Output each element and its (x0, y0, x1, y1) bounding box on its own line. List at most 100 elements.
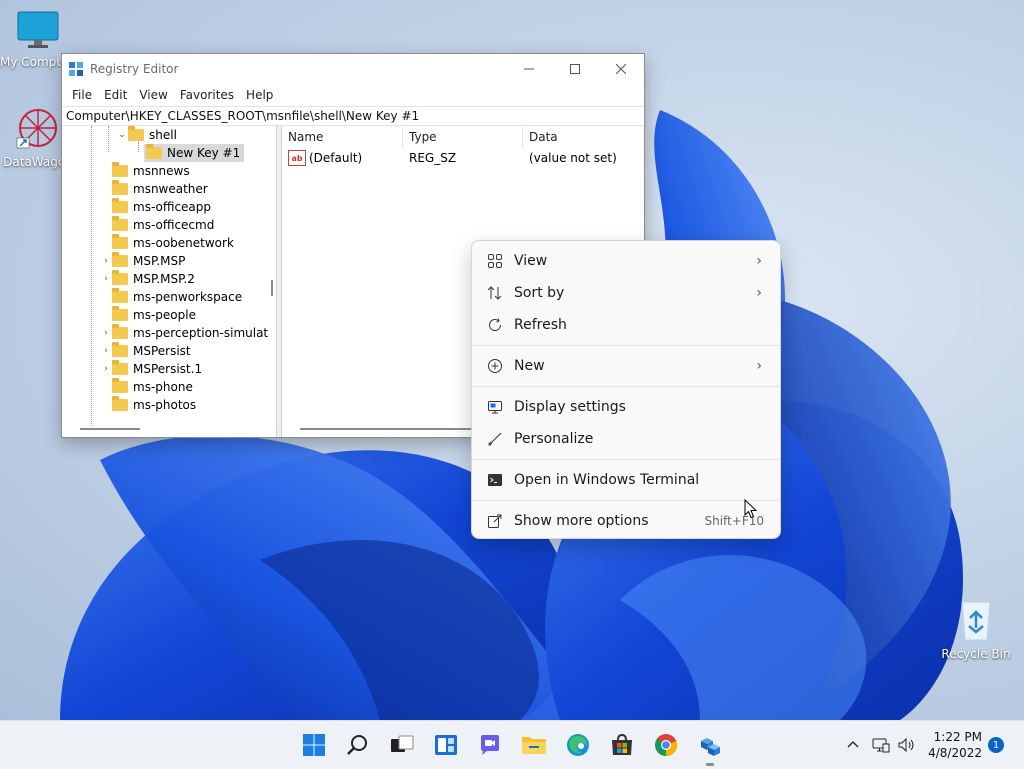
folder-icon (112, 234, 128, 249)
minimize-button[interactable] (506, 54, 552, 84)
task-view-icon (391, 735, 414, 752)
tree-item[interactable]: ms-phone (100, 378, 193, 396)
brush-icon (486, 430, 504, 448)
address-bar[interactable]: Computer\HKEY_CLASSES_ROOT\msnfile\shell… (62, 106, 644, 126)
menu-edit[interactable]: Edit (98, 88, 133, 102)
collapse-chevron-icon[interactable]: ⌄ (116, 130, 128, 140)
tree-item[interactable]: › MSP.MSP (100, 252, 185, 270)
menu-item-show-more-options[interactable]: Show more options Shift+F10 (476, 506, 776, 536)
tree-pane[interactable]: ⌄ shell New Key #1 msnnews msnweather ms… (62, 126, 277, 437)
folder-icon (112, 180, 128, 195)
window-title: Registry Editor (90, 62, 179, 76)
tree-guide-line (91, 126, 92, 426)
column-header-data[interactable]: Data (523, 126, 643, 148)
search-button[interactable] (344, 731, 372, 759)
string-value-icon: ab (288, 150, 306, 166)
menu-item-sort-by[interactable]: Sort by › (476, 278, 776, 308)
tree-item[interactable]: ms-officeapp (100, 198, 211, 216)
table-row[interactable]: ab (Default) REG_SZ (value not set) (282, 148, 644, 168)
search-icon (347, 735, 367, 755)
widgets-button[interactable] (432, 731, 460, 759)
tree-item[interactable]: › MSPersist (100, 342, 191, 360)
expand-chevron-icon[interactable]: › (100, 256, 112, 266)
network-icon (872, 738, 890, 753)
mouse-cursor-icon (744, 499, 758, 519)
desktop-context-menu[interactable]: View › Sort by › Refresh New › Display s… (471, 240, 781, 539)
tree-item[interactable]: › ms-perception-simulat (100, 324, 268, 342)
values-horizontal-scrollbar-thumb[interactable] (300, 428, 480, 430)
menu-item-display-settings[interactable]: Display settings (476, 392, 776, 422)
task-view-button[interactable] (388, 731, 416, 759)
grid-icon (486, 252, 504, 270)
tree-item[interactable]: ms-penworkspace (100, 288, 242, 306)
column-header-row: Name Type Data (282, 126, 644, 148)
sort-icon (486, 284, 504, 302)
folder-icon (146, 144, 162, 159)
tree-item[interactable]: ms-people (100, 306, 196, 324)
taskbar: 1:22 PM 4/8/2022 1 (0, 720, 1024, 769)
tree-item[interactable]: › MSP.MSP.2 (100, 270, 195, 288)
close-button[interactable] (598, 54, 644, 84)
menu-item-new[interactable]: New › (476, 351, 776, 381)
tree-item[interactable]: ms-officecmd (100, 216, 214, 234)
tree-item[interactable]: msnweather (100, 180, 208, 198)
plus-circle-icon (486, 357, 504, 375)
chat-button[interactable] (476, 731, 504, 759)
menu-separator (472, 459, 780, 460)
datawagon-logo-icon (16, 109, 57, 149)
desktop: My Computer DataWagon Recycle Bin Regist… (0, 0, 1024, 720)
expand-chevron-icon[interactable]: › (100, 274, 112, 284)
notification-badge[interactable]: 1 (988, 737, 1004, 753)
edge-button[interactable] (564, 731, 592, 759)
menu-separator (472, 386, 780, 387)
tree-vertical-scrollbar-thumb[interactable] (271, 280, 273, 296)
column-header-type[interactable]: Type (403, 126, 523, 148)
folder-icon (112, 360, 128, 375)
expand-chevron-icon[interactable]: › (100, 346, 112, 356)
volume-button[interactable] (898, 721, 916, 769)
microsoft-store-icon (612, 733, 632, 755)
refresh-icon (486, 316, 504, 334)
tree-item[interactable]: ms-oobenetwork (100, 234, 234, 252)
start-button[interactable] (300, 731, 328, 759)
folder-icon (112, 378, 128, 393)
menu-item-personalize[interactable]: Personalize (476, 424, 776, 454)
menu-file[interactable]: File (66, 88, 98, 102)
column-header-name[interactable]: Name (282, 126, 403, 148)
expand-chevron-icon[interactable]: › (100, 364, 112, 374)
tree-item-shell[interactable]: ⌄ shell (116, 126, 177, 144)
menu-view[interactable]: View (133, 88, 173, 102)
tree-item[interactable]: › MSPersist.1 (100, 360, 202, 378)
clock[interactable]: 1:22 PM 4/8/2022 (928, 729, 982, 761)
tree-item-new-key-1[interactable]: New Key #1 (144, 144, 245, 162)
menu-separator (472, 500, 780, 501)
show-hidden-icons-button[interactable] (846, 721, 860, 769)
registry-editor-taskbar-button[interactable] (696, 731, 724, 766)
menu-separator (472, 345, 780, 346)
more-options-icon (486, 512, 504, 530)
chrome-button[interactable] (652, 731, 680, 759)
value-data: (value not set) (529, 151, 617, 165)
menu-help[interactable]: Help (240, 88, 279, 102)
expand-chevron-icon[interactable]: › (100, 328, 112, 338)
menu-item-view[interactable]: View › (476, 246, 776, 276)
menu-favorites[interactable]: Favorites (174, 88, 240, 102)
desktop-icon-recycle-bin[interactable]: Recycle Bin (936, 598, 1016, 661)
folder-icon (522, 737, 546, 754)
tree-item[interactable]: ms-photos (100, 396, 196, 414)
title-bar[interactable]: Registry Editor (62, 54, 644, 84)
tree-horizontal-scrollbar-thumb[interactable] (80, 428, 140, 430)
tree-item[interactable]: msnnews (100, 162, 190, 180)
folder-icon (112, 252, 128, 267)
network-button[interactable] (872, 721, 890, 769)
tree-guide-line (108, 126, 109, 152)
menu-item-open-in-windows-terminal[interactable]: Open in Windows Terminal (476, 465, 776, 495)
edge-browser-icon (567, 734, 589, 756)
maximize-button[interactable] (552, 54, 598, 84)
store-button[interactable] (608, 731, 636, 759)
folder-icon (112, 270, 128, 285)
chevron-right-icon: › (756, 253, 762, 269)
menu-item-refresh[interactable]: Refresh (476, 310, 776, 340)
folder-icon (128, 126, 144, 141)
file-explorer-button[interactable] (520, 731, 548, 759)
